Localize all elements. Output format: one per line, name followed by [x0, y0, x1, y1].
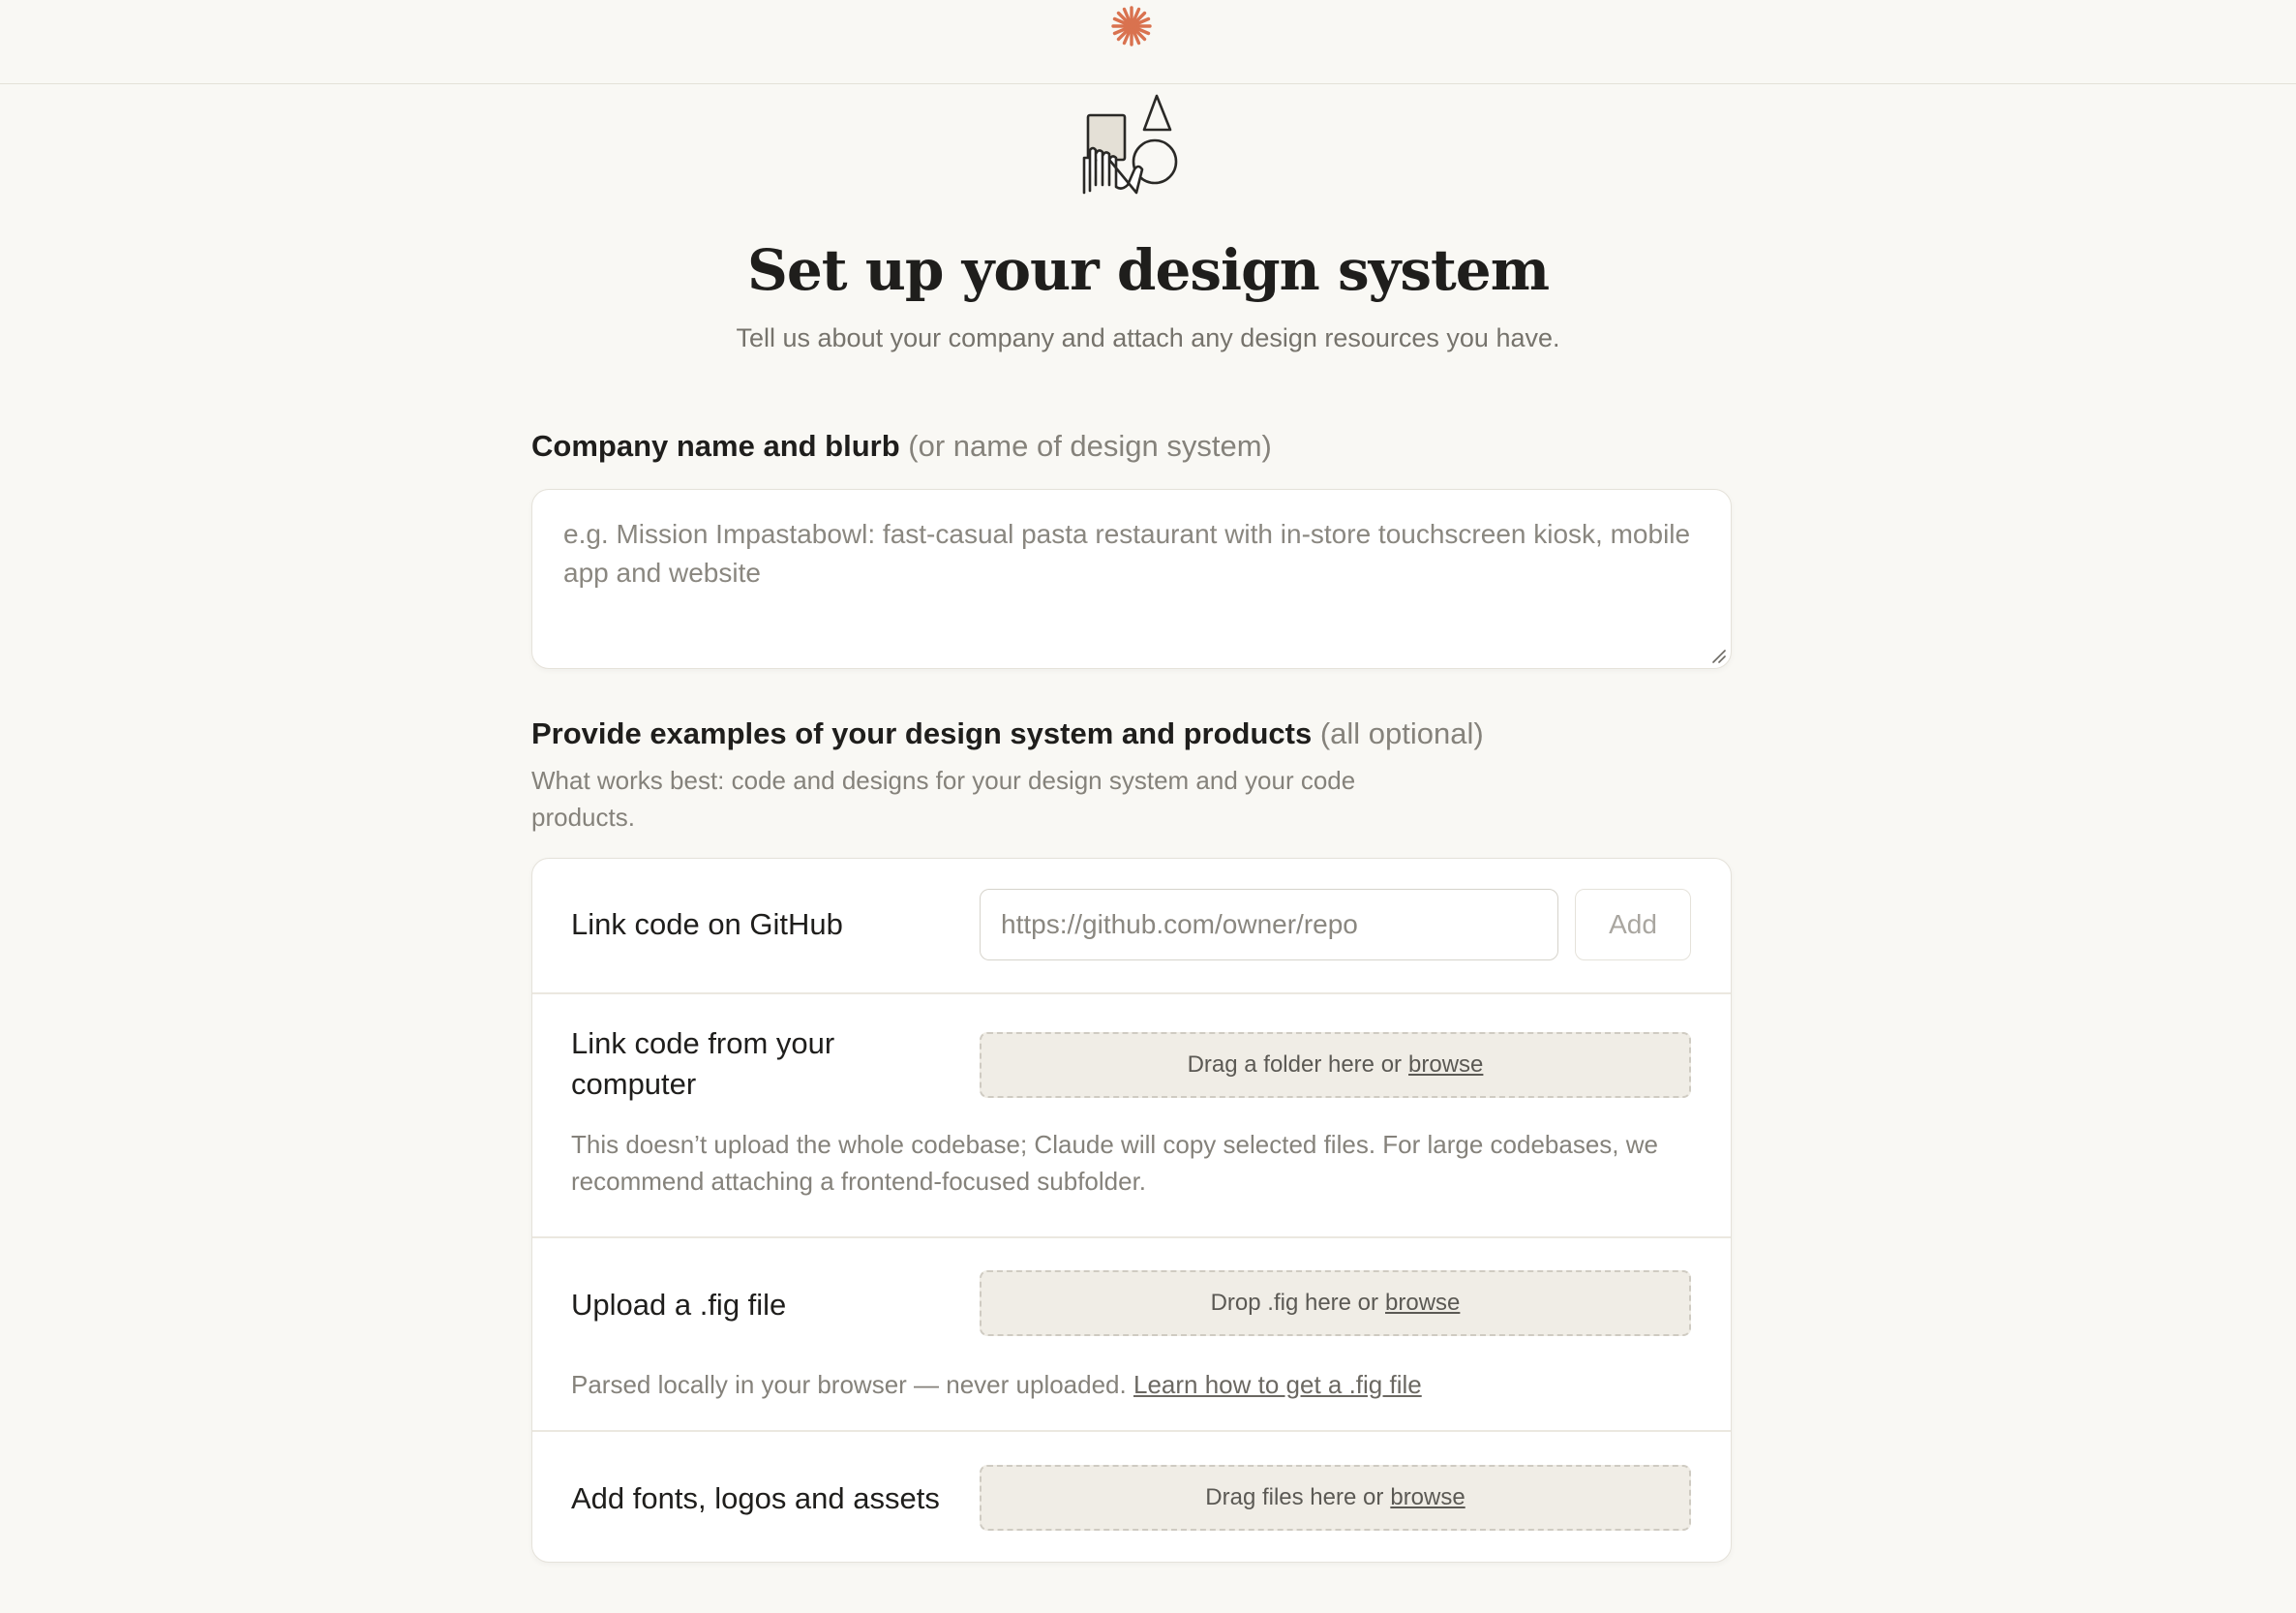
resources-card: Link code on GitHub Add Link code from y… — [531, 858, 1732, 1563]
folder-browse-link[interactable]: browse — [1408, 1051, 1483, 1079]
assets-dropzone-text: Drag files here or — [1205, 1484, 1384, 1510]
assets-browse-link[interactable]: browse — [1390, 1484, 1465, 1511]
page-subtitle: Tell us about your company and attach an… — [736, 323, 1560, 352]
row-divider — [532, 992, 1731, 994]
examples-label-hint: (all optional) — [1319, 716, 1484, 750]
fig-learn-link[interactable]: Learn how to get a .fig file — [1133, 1370, 1422, 1399]
resize-handle-icon[interactable] — [1709, 647, 1727, 664]
examples-section-label: Provide examples of your design system a… — [531, 716, 1484, 751]
row-divider — [532, 1430, 1731, 1432]
github-row-label: Link code on GitHub — [571, 907, 843, 941]
folder-dropzone[interactable]: Drag a folder here or browse — [980, 1032, 1691, 1098]
examples-label: Provide examples of your design system a… — [531, 716, 1313, 750]
company-label-hint: (or name of design system) — [908, 429, 1272, 463]
fig-note: Parsed locally in your browser — never u… — [571, 1366, 1422, 1403]
fig-browse-link[interactable]: browse — [1385, 1290, 1460, 1317]
company-label: Company name and blurb — [531, 429, 900, 463]
company-blurb-input[interactable] — [532, 490, 1731, 668]
fig-row-label: Upload a .fig file — [571, 1288, 787, 1322]
fig-dropzone-text: Drop .fig here or — [1210, 1290, 1379, 1316]
asterisk-burst-icon[interactable] — [1108, 3, 1155, 49]
github-url-input[interactable] — [980, 889, 1558, 960]
github-add-button[interactable]: Add — [1575, 889, 1691, 960]
fig-note-text: Parsed locally in your browser — never u… — [571, 1370, 1127, 1399]
examples-help-text: What works best: code and designs for yo… — [531, 766, 1356, 832]
assets-row-label: Add fonts, logos and assets — [571, 1481, 940, 1515]
fig-dropzone[interactable]: Drop .fig here or browse — [980, 1270, 1691, 1336]
company-section-label: Company name and blurb (or name of desig… — [531, 429, 1272, 464]
local-code-row-label: Link code from your computer — [571, 1026, 835, 1101]
company-blurb-field — [531, 489, 1732, 669]
page-title: Set up your design system — [746, 237, 1550, 303]
row-divider — [532, 1236, 1731, 1238]
assets-dropzone[interactable]: Drag files here or browse — [980, 1465, 1691, 1531]
hand-holding-shapes-icon — [1082, 94, 1178, 195]
folder-dropzone-text: Drag a folder here or — [1187, 1051, 1403, 1078]
local-code-note: This doesn’t upload the whole codebase; … — [571, 1130, 1658, 1196]
top-bar — [0, 0, 2296, 84]
